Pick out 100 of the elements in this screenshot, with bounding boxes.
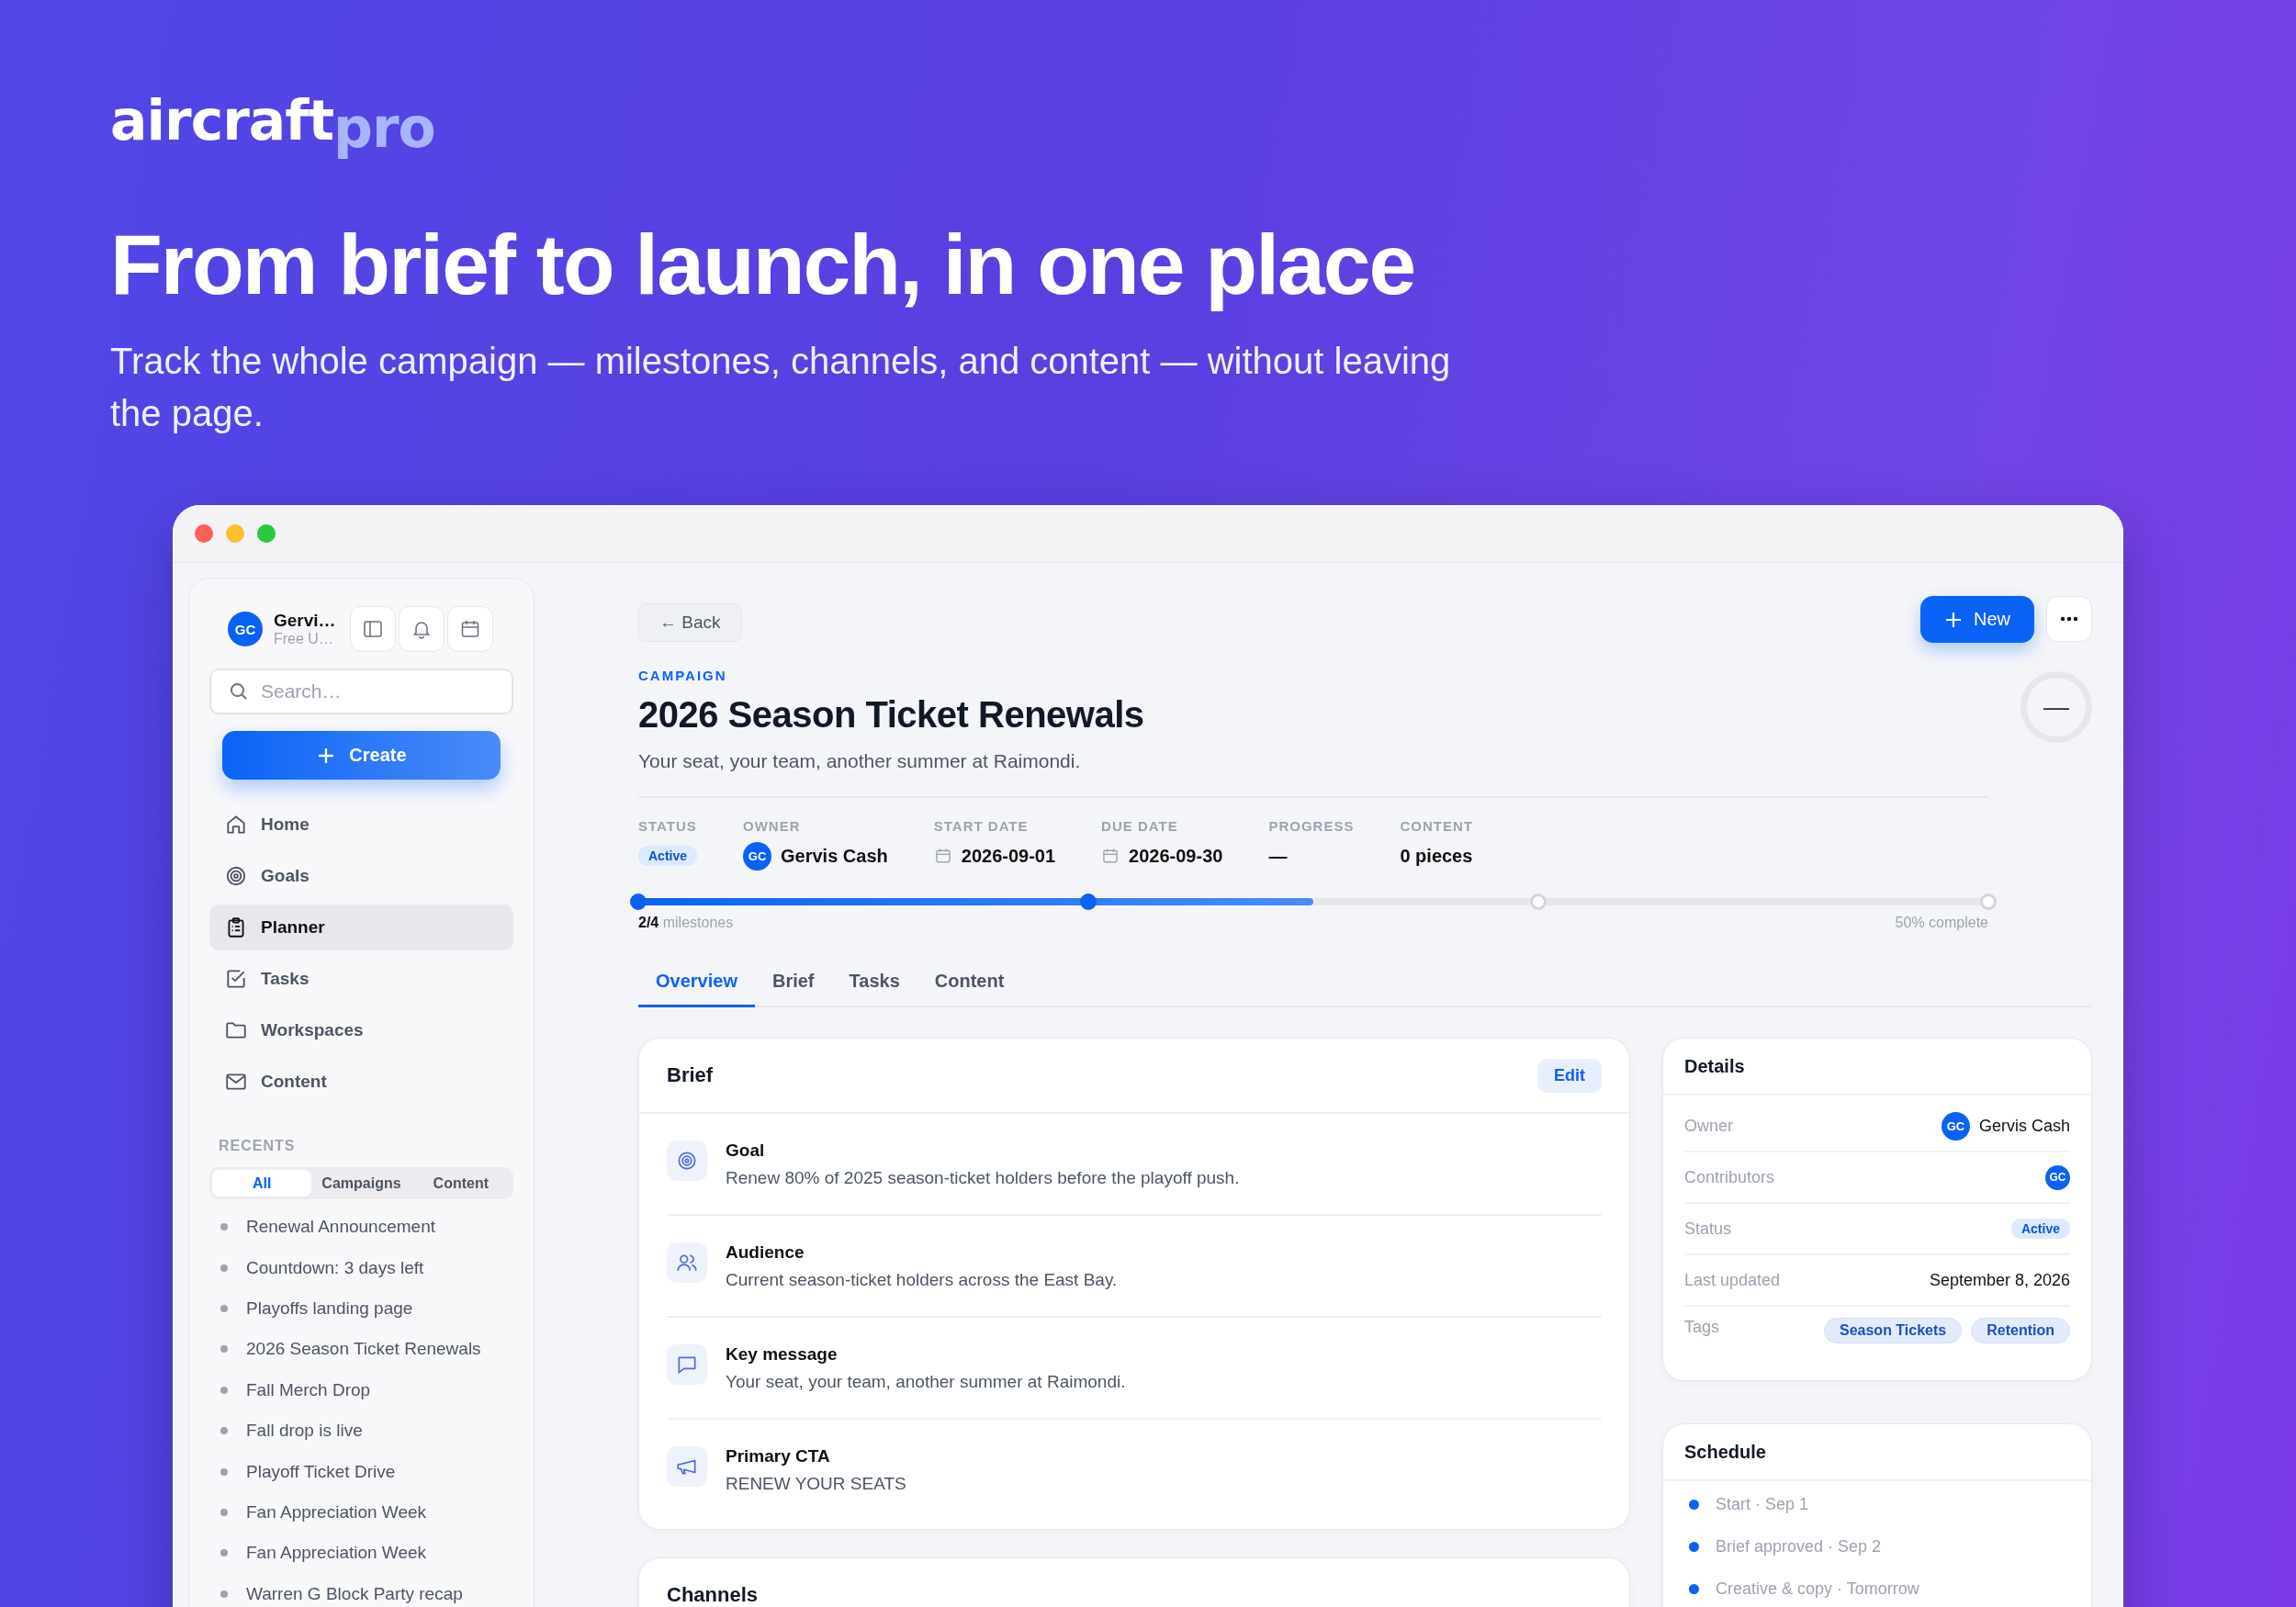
hero-subtitle: Track the whole campaign — milestones, channels, and content — without leaving the page. [110,340,1452,435]
card-title: Brief [667,1063,714,1087]
bullet-dot [220,1223,228,1231]
bullet-dot [220,1467,228,1476]
recent-item[interactable]: Renewal Announcement [246,1217,435,1238]
detail-label: Status [1684,1219,1732,1239]
timeline-dot [1689,1583,1699,1594]
meta-label: DUE DATE [1101,818,1179,834]
detail-label: Contributors [1684,1167,1775,1187]
bullet-dot [220,1345,228,1354]
recent-item[interactable]: Countdown: 3 days left [246,1257,424,1278]
nav-item[interactable]: Content [209,1059,513,1105]
page-title: 2026 Season Ticket Renewals [638,694,1144,736]
sidebar-toggle-button[interactable] [350,606,396,652]
filter-tab[interactable]: Content [411,1170,511,1197]
tag[interactable]: Season Tickets [1824,1318,1963,1343]
user-avatar[interactable]: GC [228,612,263,646]
meta-value: 0 pieces [1400,845,1473,867]
card-title: Schedule [1684,1441,1766,1463]
recent-item[interactable]: Fan Appreciation Week [246,1543,427,1564]
bullet-dot [220,1386,228,1394]
brief-text: Current season-ticket holders across the East Bay. [726,1270,1118,1290]
recent-item[interactable]: Fall Merch Drop [246,1379,371,1400]
minimize-dot[interactable] [226,524,244,543]
brief-label: Primary CTA [726,1446,831,1467]
eyebrow-label: CAMPAIGN [638,668,728,683]
detail-value: September 8, 2026 [1929,1270,2070,1290]
milestones-count: 2/4 milestones [638,915,734,931]
brief-label: Goal [726,1141,766,1161]
nav-item[interactable]: Goals [209,853,513,899]
brief-text: Renew 80% of 2025 season-ticket holders before the playoff push. [726,1168,1240,1188]
close-dot[interactable] [195,524,213,543]
calendar-icon [933,847,952,865]
bullet-dot [220,1508,228,1516]
bullet-dot [220,1427,228,1435]
meta-label: START DATE [933,818,1030,834]
timeline-dot [1689,1541,1699,1552]
percent-complete: 50% complete [1895,915,1988,931]
tab[interactable]: Content [917,963,1022,1007]
contributor-avatar: GC [2045,1164,2070,1190]
recent-item[interactable]: Playoffs landing page [246,1298,413,1319]
nav-item[interactable]: Home [209,802,513,848]
recent-item[interactable]: Fan Appreciation Week [246,1501,427,1523]
user-name: Gervi… [274,611,337,631]
page-subtitle: Your seat, your team, another summer at Raimondi. [638,750,1082,772]
brief-label: Audience [726,1242,805,1263]
owner-avatar: GC [743,841,772,871]
plus-icon [1944,610,1963,629]
back-button[interactable]: ← Back [638,603,742,642]
recent-item[interactable]: Warren G Block Party recap [246,1583,463,1604]
card-title: Details [1684,1055,1745,1077]
bullet-dot [220,1304,228,1312]
owner-name: Gervis Cash [781,845,888,867]
edit-button[interactable]: Edit [1537,1058,1602,1093]
recent-item[interactable]: Fall drop is live [246,1421,363,1442]
checkbox-icon [224,967,248,991]
brief-label: Key message [726,1344,838,1365]
detail-label: Owner [1684,1116,1733,1136]
calendar-button[interactable] [447,606,493,652]
nav-item[interactable]: Planner [209,905,513,950]
recent-item[interactable]: 2026 Season Ticket Renewals [246,1339,481,1360]
user-plan: Free U… [274,631,334,647]
schedule-item: Brief approved · Sep 2 [1716,1536,1882,1556]
progress-ring: — [2020,671,2092,743]
card-title: Channels [667,1583,759,1607]
sidebar-panel-icon [362,618,384,640]
search-field[interactable]: Search… [209,669,513,714]
status-badge: Active [638,846,698,866]
nav-item[interactable]: Workspaces [209,1007,513,1053]
section-heading: RECENTS [219,1138,297,1154]
recent-item[interactable]: Playoff Ticket Drive [246,1461,396,1482]
calendar-icon [1101,847,1120,865]
calendar-icon [459,618,481,640]
filter-tab[interactable]: Campaigns [311,1170,411,1197]
tag[interactable]: Retention [1971,1318,2070,1343]
bullet-dot [220,1590,228,1598]
bullet-dot [220,1264,228,1272]
filter-tab[interactable]: All [212,1170,312,1197]
bullet-dot [220,1549,228,1557]
brief-text: Your seat, your team, another summer at Raimondi. [726,1372,1126,1392]
ellipsis-icon [2060,616,2078,622]
new-button[interactable]: New [1920,596,2034,643]
meta-label: PROGRESS [1268,818,1355,834]
nav-item[interactable]: Tasks [209,956,513,1002]
target-icon [224,864,248,888]
detail-label: Tags [1684,1318,1720,1337]
create-button[interactable]: Create [222,731,501,780]
schedule-item: Creative & copy · Tomorrow [1716,1579,1919,1599]
date-value: 2026-09-01 [961,845,1056,867]
tab[interactable]: Tasks [831,963,917,1007]
tab[interactable]: Overview [638,963,755,1007]
headline: From brief to launch, in one place [110,216,1416,314]
status-badge: Active [2010,1219,2070,1239]
owner-name: Gervis Cash [1978,1116,2070,1136]
owner-avatar: GC [1941,1111,1970,1141]
meta-label: OWNER [743,818,802,834]
maximize-dot[interactable] [257,524,276,543]
tab[interactable]: Brief [754,963,832,1007]
notifications-button[interactable] [399,606,445,652]
meta-label: STATUS [638,818,698,834]
